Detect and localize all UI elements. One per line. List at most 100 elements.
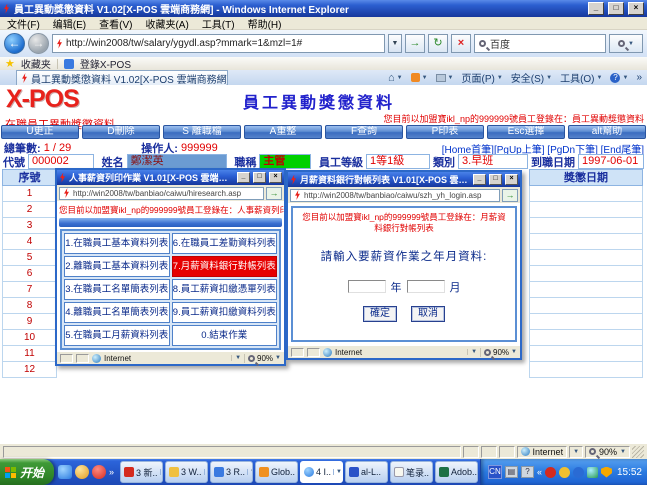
resize-grip[interactable] — [632, 445, 644, 458]
popup2-address-field[interactable]: http://win2008/tw/banbiao/caiwu/szh_yh_l… — [290, 188, 500, 202]
update-button[interactable]: U更正 — [1, 125, 79, 139]
menu-help[interactable]: 帮助(H) — [248, 16, 282, 31]
menu-item-5[interactable]: 5.在職員工月薪資料列表 — [64, 325, 170, 346]
page-menu-button[interactable]: 页面(P) ▼ — [461, 70, 502, 85]
delete-button[interactable]: D刪除 — [82, 125, 160, 139]
maximize-button[interactable]: □ — [608, 2, 624, 15]
table-cell-empty[interactable] — [529, 266, 643, 282]
code-field[interactable]: 000002 — [28, 154, 94, 169]
notification-tray-icon[interactable] — [558, 466, 570, 478]
menu-edit[interactable]: 编辑(E) — [53, 16, 86, 31]
table-row[interactable]: 6 — [2, 266, 57, 282]
favorite-link[interactable]: 登錄X-POS — [80, 56, 131, 71]
menu-favorites[interactable]: 收藏夹(A) — [145, 16, 188, 31]
alt-help-button[interactable]: alt幫助 — [568, 125, 646, 139]
table-cell-empty[interactable] — [529, 298, 643, 314]
table-cell-empty[interactable] — [529, 282, 643, 298]
query-button[interactable]: F查詢 — [325, 125, 403, 139]
taskbar-group-folders[interactable]: 3 W..▼ — [165, 461, 209, 483]
year-input[interactable] — [347, 280, 386, 294]
table-row[interactable]: 12 — [2, 362, 57, 378]
grade-field[interactable]: 1等1級 — [366, 154, 431, 169]
protected-mode-segment[interactable]: ▼ — [569, 445, 584, 458]
help-tray-icon[interactable]: ? — [520, 466, 534, 478]
home-button[interactable]: ⌂ ▼ — [388, 72, 403, 84]
taskbar-item-notes[interactable]: 笔录.. — [390, 461, 434, 483]
esc-select-button[interactable]: Esc選擇 — [487, 125, 565, 139]
taskbar-group-ie-active[interactable]: 4 I.. ▼ — [300, 461, 344, 483]
table-row[interactable]: 3 — [2, 218, 57, 234]
menu-tools[interactable]: 工具(T) — [202, 16, 235, 31]
qq-tray-icon[interactable] — [544, 466, 556, 478]
resigned-file-button[interactable]: S 離職檔 — [163, 125, 241, 139]
ok-button[interactable]: 確定 — [363, 305, 397, 322]
menu-item-8[interactable]: 8.員工薪資扣繳憑單列表 — [171, 279, 277, 300]
forward-button[interactable]: → — [28, 33, 49, 54]
taskbar-group-r[interactable]: 3 R..▼ — [210, 461, 254, 483]
feeds-button[interactable]: ▼ — [410, 73, 428, 82]
table-row[interactable]: 4 — [2, 234, 57, 250]
network-tray-icon[interactable] — [586, 466, 598, 478]
address-bar[interactable]: http://win2008/tw/salary/ygydl.asp?mmark… — [52, 34, 385, 53]
table-row[interactable]: 5 — [2, 250, 57, 266]
table-row[interactable]: 2 — [2, 202, 57, 218]
taskbar-item-global[interactable]: Glob.. — [255, 461, 299, 483]
menu-item-3[interactable]: 3.在職員工名單簡表列表 — [64, 279, 170, 300]
search-button[interactable]: ▼ — [609, 34, 643, 53]
help-menu-button[interactable]: ? ▼ — [610, 72, 628, 83]
stop-button[interactable]: × — [451, 34, 471, 53]
go-button[interactable]: → — [405, 34, 425, 53]
popup2-go-button[interactable]: → — [502, 188, 518, 202]
table-cell-empty[interactable] — [529, 250, 643, 266]
menu-view[interactable]: 查看(V) — [99, 16, 132, 31]
menu-item-6[interactable]: 6.在職員工差勤資料列表 — [171, 233, 277, 254]
messenger-quicklaunch-icon[interactable] — [75, 465, 89, 479]
table-cell-empty[interactable] — [529, 314, 643, 330]
popup1-maximize-button[interactable]: □ — [253, 172, 266, 183]
minimize-button[interactable]: _ — [588, 2, 604, 15]
menu-item-7-selected[interactable]: 7.月薪資料銀行對帳列表 — [171, 256, 277, 277]
popup1-close-button[interactable]: × — [269, 172, 282, 183]
favorites-label[interactable]: 收藏夹 — [21, 56, 51, 71]
popup2-maximize-button[interactable]: □ — [489, 174, 502, 185]
protected-mode-segment[interactable]: ▼ — [231, 355, 241, 361]
popup1-address-field[interactable]: http://win2008/tw/banbiao/caiwu/hiresear… — [59, 186, 264, 200]
language-indicator[interactable]: CN — [487, 465, 502, 479]
popup2-minimize-button[interactable]: _ — [473, 174, 486, 185]
popup1-titlebar[interactable]: 人事薪資列印作業 V1.01[X-POS 雲端商務網] _ □ × — [57, 170, 284, 185]
menu-item-4[interactable]: 4.離職員工名單簡表列表 — [64, 302, 170, 323]
start-button[interactable]: 开始 — [0, 459, 54, 485]
name-field[interactable]: 鄭潔英 — [126, 154, 227, 169]
hire-date-field[interactable]: 1997-06-01 — [578, 154, 645, 169]
security-shield-tray-icon[interactable] — [600, 466, 612, 478]
month-input[interactable] — [406, 280, 445, 294]
window-titlebar[interactable]: 員工異動獎懲資料 V1.02[X-POS 雲端商務網] - Windows In… — [0, 0, 647, 17]
table-cell-empty[interactable] — [529, 218, 643, 234]
popup2-titlebar[interactable]: 月薪資料銀行對帳列表 V1.01[X-POS 雲端商務... _ □ × — [288, 172, 520, 187]
taskbar-item-adobe[interactable]: Adob.. — [435, 461, 479, 483]
rebuild-button[interactable]: A重整 — [244, 125, 322, 139]
refresh-button[interactable]: ↻ — [428, 34, 448, 53]
tab-active[interactable]: 員工異動獎懲資料 V1.02[X-POS 雲端商務網] — [16, 70, 228, 85]
print-button[interactable]: ▼ — [435, 73, 453, 82]
baidu-tray-icon[interactable] — [572, 466, 584, 478]
close-button[interactable]: × — [628, 2, 644, 15]
table-cell-empty[interactable] — [529, 346, 643, 362]
popup1-zoom-control[interactable]: 90% ▼ — [244, 353, 281, 363]
popup1-minimize-button[interactable]: _ — [237, 172, 250, 183]
popup2-close-button[interactable]: × — [505, 174, 518, 185]
ie-quicklaunch-icon[interactable] — [58, 465, 72, 479]
protected-mode-segment[interactable]: ▼ — [467, 349, 477, 355]
taskbar-item-al[interactable]: al-L.. — [345, 461, 389, 483]
address-dropdown[interactable]: ▼ — [388, 34, 402, 53]
popup1-go-button[interactable]: → — [266, 186, 282, 200]
taskbar-group-new[interactable]: 3 新..▼ — [120, 461, 164, 483]
back-button[interactable]: ← — [4, 33, 25, 54]
table-cell-empty[interactable] — [529, 202, 643, 218]
zoom-control[interactable]: 90% ▼ — [585, 445, 630, 458]
table-row[interactable]: 11 — [2, 346, 57, 362]
table-cell-empty[interactable] — [529, 234, 643, 250]
table-cell-empty[interactable] — [529, 186, 643, 202]
table-row[interactable]: 7 — [2, 282, 57, 298]
menu-item-1[interactable]: 1.在職員工基本資料列表 — [64, 233, 170, 254]
